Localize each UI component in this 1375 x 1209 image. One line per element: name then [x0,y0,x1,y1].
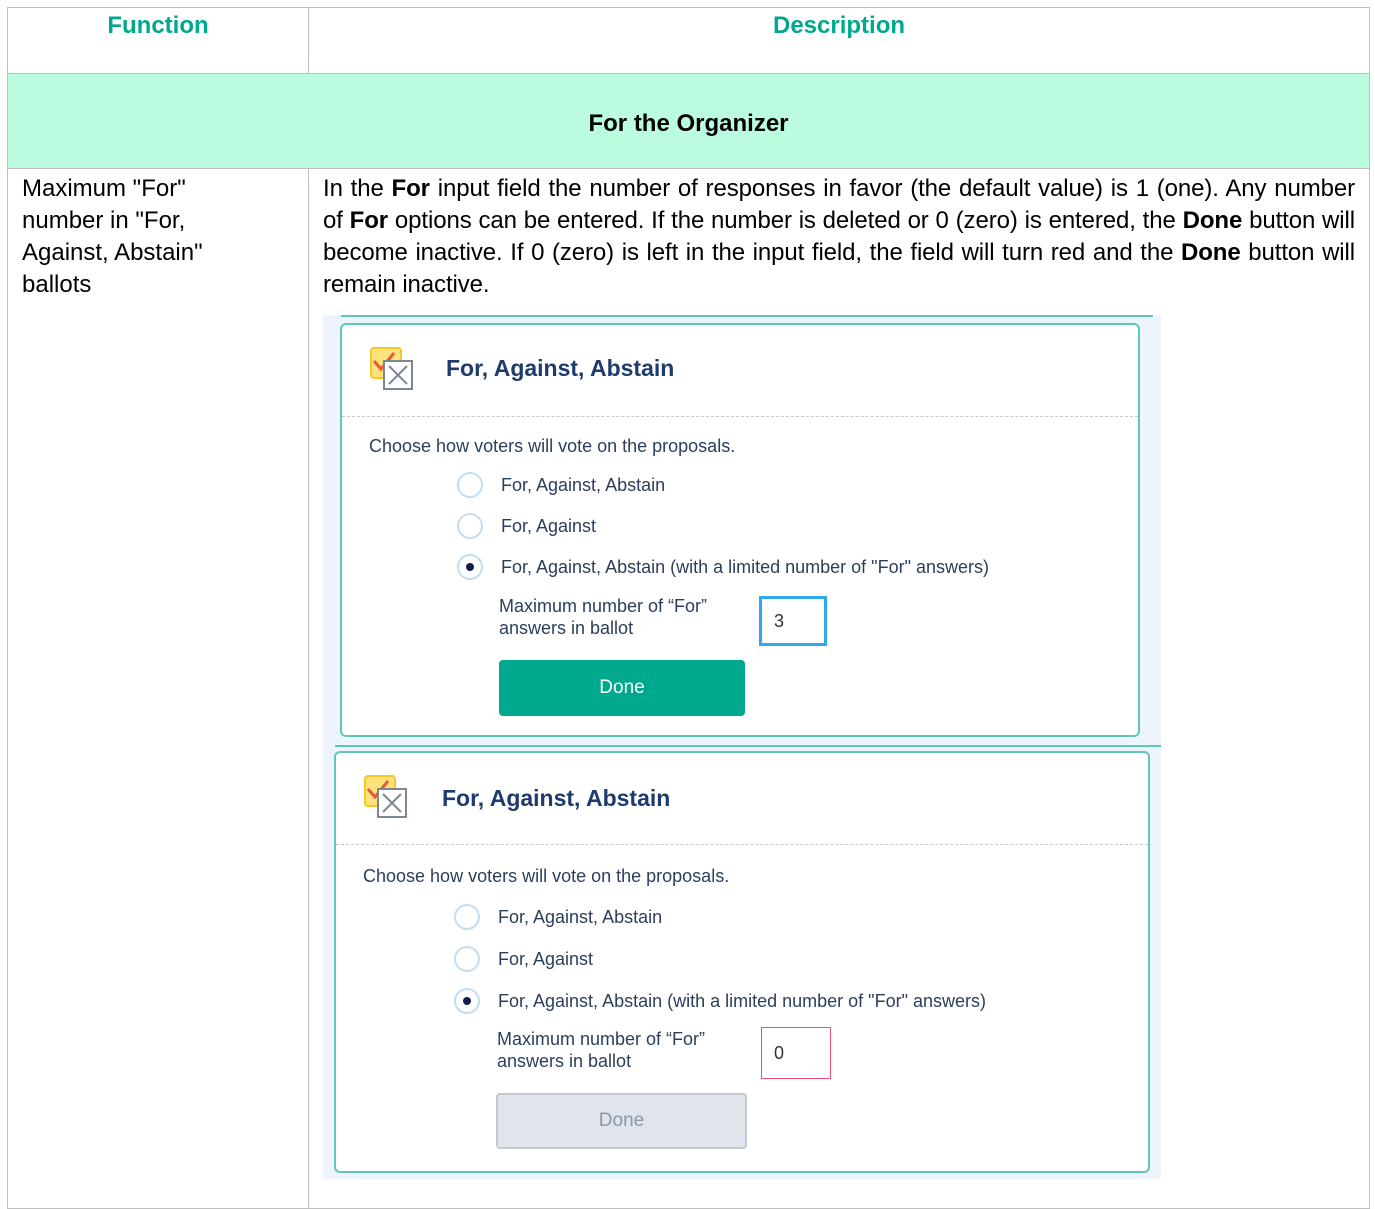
radio-button-selected[interactable] [457,554,483,580]
option-label: For, Against, Abstain (with a limited nu… [501,556,989,577]
desc-bold-for: For [391,175,430,202]
ballot-panel-invalid: For, Against, Abstain Choose how voters … [323,745,1161,1179]
ballot-panel-valid: For, Against, Abstain Choose how voters … [323,315,1161,743]
ballot-card: For, Against, Abstain Choose how voters … [340,323,1140,737]
radio-button[interactable] [457,513,483,539]
function-cell: Maximum "For" number in "For, Against, A… [7,168,309,1209]
max-for-label-line: Maximum number of “For” [497,1029,706,1049]
option-for-against[interactable]: For, Against [457,513,596,539]
radio-button-selected[interactable] [454,988,480,1014]
radio-button[interactable] [454,904,480,930]
option-label: For, Against [498,948,594,969]
function-text: Maximum "For" number in "For, Against, A… [22,175,203,298]
done-button-disabled[interactable]: Done [496,1093,747,1149]
option-for-against[interactable]: For, Against [454,946,593,972]
option-for-against-abstain[interactable]: For, Against, Abstain [454,904,662,930]
max-for-input-error[interactable] [761,1027,831,1079]
max-for-label: Maximum number of “For” answers in ballo… [497,1028,705,1072]
choose-text: Choose how voters will vote on the propo… [369,436,736,456]
section-title: For the Organizer [7,73,1370,169]
panel-divider [335,745,1161,747]
panel-divider [341,315,1153,317]
dashed-divider [336,844,1148,845]
desc-part: In the [323,175,392,202]
max-for-label-line: Maximum number of “For” [499,596,708,616]
max-for-input[interactable] [759,596,827,646]
description-cell: In the For input field the number of res… [308,168,1370,1209]
choose-text: Choose how voters will vote on the propo… [363,866,730,886]
max-for-label-line: answers in ballot [497,1051,632,1071]
screenshot-group: For, Against, Abstain Choose how voters … [323,315,1161,1179]
ballot-checkbox-icon [370,347,413,390]
done-button[interactable]: Done [499,660,745,716]
feature-table: Function Description For the Organizer M… [7,7,1370,1209]
table-header-row: Function Description [7,7,1370,74]
card-title: For, Against, Abstain [446,355,675,381]
option-label: For, Against, Abstain (with a limited nu… [498,990,986,1011]
ballot-card: For, Against, Abstain Choose how voters … [334,751,1150,1173]
option-label: For, Against, Abstain [498,906,663,927]
desc-bold-done: Done [1182,207,1243,234]
option-for-against-abstain[interactable]: For, Against, Abstain [457,472,665,498]
radio-button[interactable] [454,946,480,972]
desc-part: options can be entered. If the number is… [388,207,1183,234]
desc-bold-done: Done [1181,239,1241,266]
description-text: In the For input field the number of res… [323,173,1355,301]
section-row: For the Organizer [7,73,1370,169]
max-for-label-line: answers in ballot [499,618,634,638]
table-row: Maximum "For" number in "For, Against, A… [7,168,1370,1209]
ballot-checkbox-icon [364,775,407,818]
max-for-label: Maximum number of “For” answers in ballo… [499,595,707,639]
header-function: Function [7,7,309,74]
option-label: For, Against, Abstain [501,474,666,495]
card-title: For, Against, Abstain [442,785,671,811]
header-description: Description [308,7,1370,74]
dashed-divider [342,416,1138,417]
radio-button[interactable] [457,472,483,498]
desc-bold-for: For [349,207,389,234]
option-limited-for[interactable]: For, Against, Abstain (with a limited nu… [454,988,986,1014]
option-label: For, Against [501,515,597,536]
option-limited-for[interactable]: For, Against, Abstain (with a limited nu… [457,554,989,580]
